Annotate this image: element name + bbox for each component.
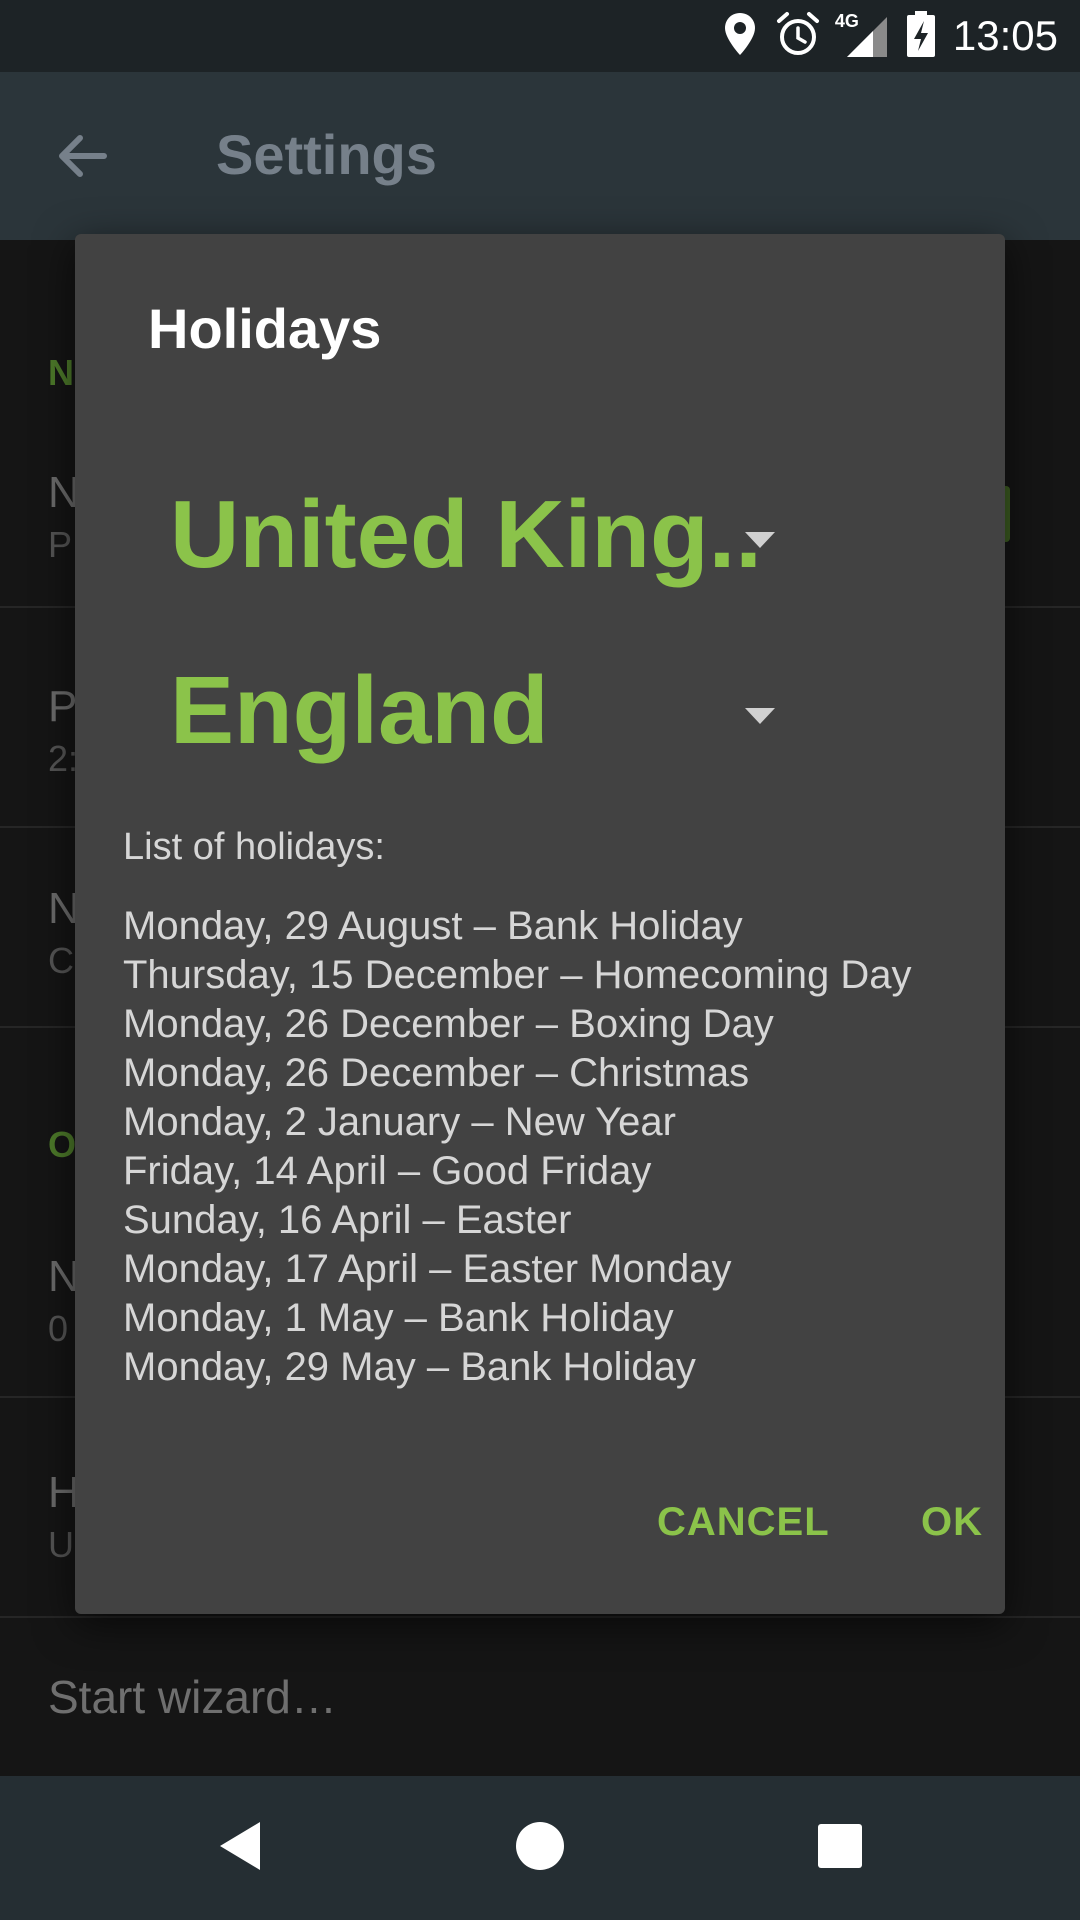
nav-recents-button[interactable]: [780, 1776, 900, 1920]
nav-back-button[interactable]: [180, 1776, 300, 1920]
nav-recents-icon: [817, 1823, 863, 1873]
holiday-item: Monday, 17 April – Easter Monday: [123, 1247, 732, 1291]
holiday-item: Friday, 14 April – Good Friday: [123, 1149, 652, 1193]
navigation-bar: [0, 1776, 1080, 1920]
cancel-button[interactable]: CANCEL: [657, 1500, 830, 1545]
location-icon: [723, 11, 757, 61]
status-time: 13:05: [952, 12, 1058, 59]
start-wizard-item[interactable]: Start wizard…: [48, 1670, 337, 1724]
status-icons: 4G 13:05: [723, 0, 1058, 72]
alarm-icon: [775, 11, 821, 61]
nav-home-icon: [515, 1821, 565, 1875]
dropdown-arrow-icon: [745, 708, 775, 724]
settings-item-subtitle: 2:: [48, 738, 79, 779]
country-spinner[interactable]: United King..: [170, 480, 870, 610]
settings-item-subtitle: C: [48, 940, 74, 981]
holiday-item: Thursday, 15 December – Homecoming Day: [123, 953, 912, 997]
region-value: England: [170, 657, 549, 764]
holiday-item: Monday, 2 January – New Year: [123, 1100, 676, 1144]
dropdown-arrow-icon: [745, 532, 775, 548]
holiday-item: Monday, 29 August – Bank Holiday: [123, 904, 743, 948]
region-spinner[interactable]: England: [170, 656, 870, 786]
holiday-item: Monday, 26 December – Boxing Day: [123, 1002, 774, 1046]
settings-item-title: P: [48, 682, 78, 731]
signal-icon: 4G: [835, 11, 889, 59]
holidays-dialog: Holidays United King.. England List of h…: [75, 234, 1005, 1614]
holiday-item: Sunday, 16 April – Easter: [123, 1198, 572, 1242]
country-value: United King..: [170, 481, 762, 588]
holiday-item: Monday, 1 May – Bank Holiday: [123, 1296, 674, 1340]
screen: 4G 13:05 Settings N N P P 2: N C O N 0 H…: [0, 0, 1080, 1920]
dialog-title: Holidays: [148, 297, 382, 360]
nav-back-icon: [216, 1820, 264, 1876]
settings-item-subtitle: P: [48, 524, 73, 565]
holiday-item: Monday, 29 May – Bank Holiday: [123, 1345, 696, 1389]
section-header: N: [48, 352, 74, 393]
app-bar: Settings: [0, 72, 1080, 240]
page-title: Settings: [216, 123, 437, 186]
ok-button[interactable]: OK: [921, 1500, 983, 1545]
holiday-item: Monday, 26 December – Christmas: [123, 1051, 750, 1095]
settings-item-subtitle: 0: [48, 1308, 69, 1349]
status-bar: 4G 13:05: [0, 0, 1080, 72]
section-header: O: [48, 1124, 77, 1165]
settings-item-subtitle: U: [48, 1524, 74, 1565]
network-type-label: 4G: [834, 11, 859, 31]
arrow-back-icon[interactable]: [52, 126, 112, 186]
holiday-list-label: List of holidays:: [123, 826, 385, 868]
battery-charging-icon: [906, 11, 935, 61]
holiday-list: Monday, 29 August – Bank Holiday Thursda…: [123, 902, 911, 1392]
nav-home-button[interactable]: [480, 1776, 600, 1920]
